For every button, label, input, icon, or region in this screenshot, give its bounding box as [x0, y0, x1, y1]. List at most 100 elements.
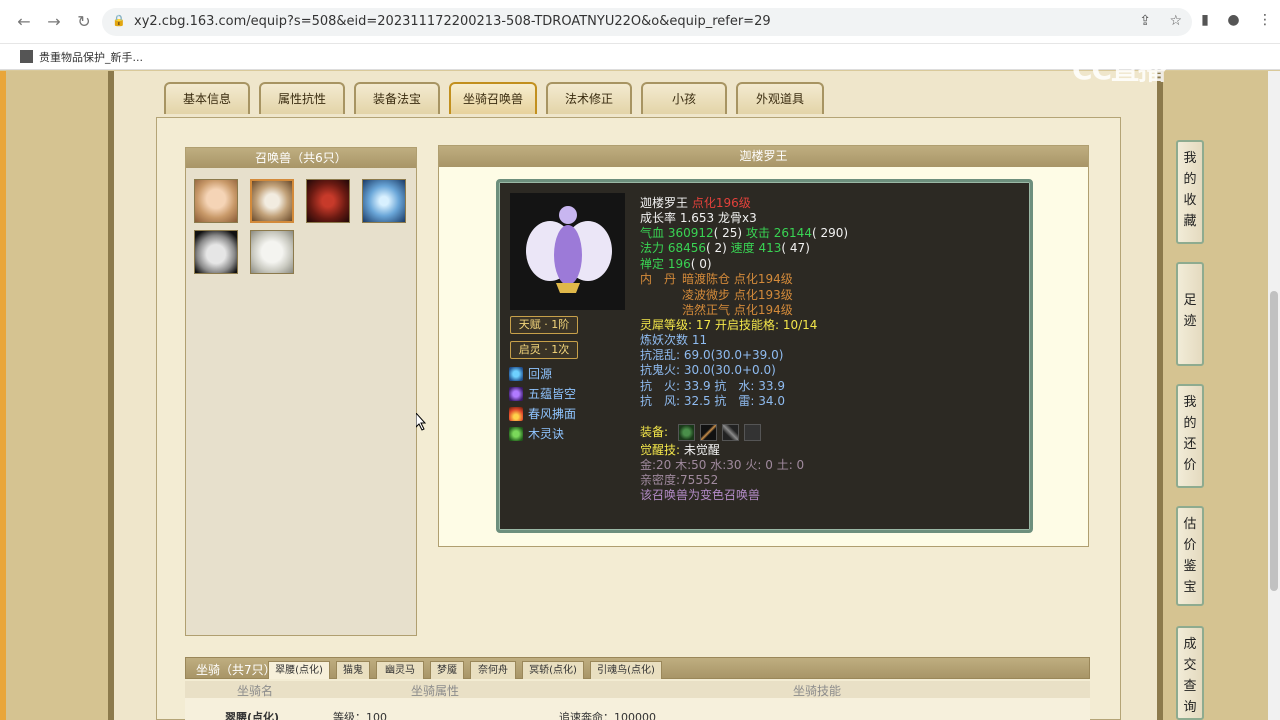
side-button-char: 询 — [1183, 700, 1197, 715]
reload-icon[interactable]: ↻ — [74, 12, 94, 32]
tab-label: 装备法宝 — [372, 92, 421, 106]
tab-attributes[interactable]: 属性抗性 — [259, 82, 345, 114]
resist-chaos-line: 抗混乱: 69.0(30.0+39.0) — [640, 348, 784, 362]
star-icon[interactable]: ☆ — [1169, 13, 1182, 29]
side-button-char: 我 — [1183, 151, 1197, 166]
tab-label: 外观道具 — [755, 92, 804, 106]
mount-tab[interactable]: 翠腰(点化) — [268, 661, 330, 679]
mouse-cursor-icon — [415, 411, 427, 431]
mount-tab-label: 幽灵马 — [385, 665, 415, 676]
mount-row-skill: 追速奔命：100000 — [559, 711, 656, 720]
skill-item[interactable]: 春风拂面 — [509, 406, 576, 422]
summon-portrait-figure-icon — [526, 206, 612, 293]
mount-tab[interactable]: 幽灵马 — [376, 661, 424, 679]
summon-name: 迦楼罗王 — [640, 196, 689, 210]
summon-detail-title: 迦楼罗王 — [439, 146, 1088, 167]
equip-label: 装备: — [640, 425, 669, 439]
scrollbar-thumb[interactable] — [1270, 291, 1278, 591]
bookmark-item[interactable]: 贵重物品保护_新手... — [20, 49, 143, 65]
side-button-char: 宝 — [1183, 580, 1197, 595]
side-button-char: 还 — [1183, 437, 1197, 452]
tab-child[interactable]: 小孩 — [641, 82, 727, 114]
equip-necklace-icon[interactable] — [700, 424, 717, 441]
side-button-favorites[interactable]: 我 的 收 藏 — [1176, 140, 1204, 244]
resist-wind-thunder-line: 抗 风: 32.5 抗 雷: 34.0 — [640, 394, 785, 408]
awaken-line: 觉醒技: 未觉醒 — [640, 443, 720, 458]
forward-icon[interactable]: → — [44, 12, 64, 32]
mp-extra: ( 2) — [706, 241, 727, 255]
mount-table-row: 翠腰(点化) 等级：100 追速奔命：100000 — [185, 698, 1090, 720]
side-button-char: 查 — [1183, 679, 1197, 694]
tab-spell-correction[interactable]: 法术修正 — [546, 82, 632, 114]
sidepanel-icon[interactable]: ▮ — [1201, 12, 1209, 28]
mount-section-title: 坐骑（共7只） — [196, 663, 276, 677]
skill-item[interactable]: 木灵诀 — [509, 426, 564, 442]
equip-empty-slot-icon[interactable] — [744, 424, 761, 441]
side-button-char: 我 — [1183, 395, 1197, 410]
skill-item[interactable]: 五蕴皆空 — [509, 386, 576, 402]
side-button-char: 藏 — [1183, 214, 1197, 229]
mp-spd-line: 法力 68456( 2) 速度 413( 47) — [640, 241, 810, 256]
tab-basic-info[interactable]: 基本信息 — [164, 82, 250, 114]
tab-label: 法术修正 — [564, 92, 613, 106]
resist-ghostfire-line: 抗鬼火: 30.0(30.0+0.0) — [640, 363, 776, 377]
menu-icon[interactable]: ⋮ — [1258, 12, 1272, 28]
mount-col-skill: 坐骑技能 — [793, 684, 842, 698]
summon-thumb[interactable] — [250, 230, 294, 274]
summon-thumb[interactable] — [194, 179, 238, 223]
side-button-trade-query[interactable]: 成 交 查 询 — [1176, 626, 1204, 720]
tab-equipment[interactable]: 装备法宝 — [354, 82, 440, 114]
summon-thumb[interactable] — [362, 179, 406, 223]
skill-item[interactable]: 回源 — [509, 366, 552, 382]
share-icon[interactable]: ⇪ — [1139, 13, 1151, 29]
neidan-item: 凌波微步 点化193级 — [682, 288, 793, 302]
mount-section-header: 坐骑（共7只） 翠腰(点化) 猫鬼 幽灵马 梦魇 奈何舟 冥轿(点化) 引魂鸟(… — [185, 657, 1090, 679]
equip-ring-icon[interactable] — [678, 424, 695, 441]
mount-tab[interactable]: 猫鬼 — [336, 661, 370, 679]
back-icon[interactable]: ← — [14, 12, 34, 32]
mount-tab[interactable]: 引魂鸟(点化) — [590, 661, 662, 679]
mount-tab[interactable]: 奈何舟 — [470, 661, 516, 679]
side-button-appraise[interactable]: 估 价 鉴 宝 — [1176, 506, 1204, 606]
lingxi-value: 17 开启技能格: 10/14 — [695, 318, 818, 332]
tab-label: 基本信息 — [182, 92, 231, 106]
page-scrollbar[interactable] — [1268, 71, 1280, 720]
mount-row-name: 翠腰(点化) — [225, 711, 280, 720]
summon-list-title: 召唤兽（共6只） — [186, 148, 416, 168]
zen-line: 禅定 196( 0) — [640, 257, 712, 272]
address-bar[interactable]: 🔒 xy2.cbg.163.com/equip?s=508&eid=202311… — [102, 8, 1192, 36]
mount-tab[interactable]: 冥轿(点化) — [522, 661, 584, 679]
equip-armor-icon[interactable] — [722, 424, 739, 441]
zen-value: 196 — [667, 257, 691, 271]
mount-tab-label: 梦魇 — [437, 665, 457, 676]
zen-extra: ( 0) — [690, 257, 712, 271]
side-button-char: 的 — [1183, 172, 1197, 187]
spd-extra: ( 47) — [781, 241, 810, 255]
profile-icon[interactable]: ● — [1227, 12, 1239, 28]
skill-label: 春风拂面 — [528, 407, 577, 421]
talent-badge[interactable]: 天赋 · 1阶 — [510, 316, 578, 334]
side-button-my-offers[interactable]: 我 的 还 价 — [1176, 384, 1204, 488]
side-button-char: 鉴 — [1183, 559, 1197, 574]
summon-level: 点化196级 — [691, 196, 751, 210]
spirit-badge[interactable]: 启灵 · 1次 — [510, 341, 578, 359]
neidan-item: 暗渡陈仓 点化194级 — [682, 272, 793, 286]
url-text[interactable]: xy2.cbg.163.com/equip?s=508&eid=20231117… — [134, 14, 771, 29]
summon-thumb-selected[interactable] — [250, 179, 294, 223]
summon-portrait — [510, 193, 625, 310]
tab-appearance[interactable]: 外观道具 — [736, 82, 824, 114]
hp-atk-line: 气血 360912( 25) 攻击 26144( 290) — [640, 226, 848, 241]
mount-tab[interactable]: 梦魇 — [430, 661, 464, 679]
lingxi-line: 灵犀等级: 17 开启技能格: 10/14 — [640, 318, 817, 333]
tab-mount-summon[interactable]: 坐骑召唤兽 — [449, 82, 537, 114]
mount-tab-label: 引魂鸟(点化) — [597, 665, 655, 676]
hp-extra: ( 25) — [713, 226, 743, 240]
side-button-char: 收 — [1183, 193, 1197, 208]
lingxi-label: 灵犀等级: — [640, 318, 693, 332]
side-button-char: 成 — [1183, 637, 1197, 652]
skill-label: 木灵诀 — [528, 427, 565, 441]
summon-thumb[interactable] — [306, 179, 350, 223]
mount-row-level: 等级：100 — [333, 711, 387, 720]
side-button-history[interactable]: 足 迹 — [1176, 262, 1204, 366]
summon-thumb[interactable] — [194, 230, 238, 274]
